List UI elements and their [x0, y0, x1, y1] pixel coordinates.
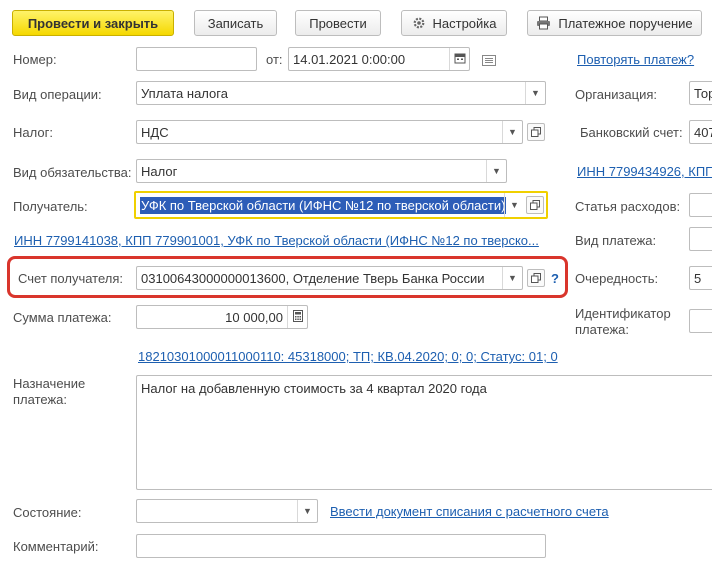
date-field[interactable]: 14.01.2021 0:00:00 — [288, 47, 470, 71]
operation-label: Вид операции: — [13, 87, 102, 102]
purpose-textarea[interactable]: Налог на добавленную стоимость за 4 квар… — [136, 375, 712, 490]
post-and-close-label: Провести и закрыть — [27, 15, 159, 31]
recipient-label: Получатель: — [13, 199, 88, 214]
chevron-down-icon[interactable]: ▼ — [297, 500, 317, 522]
settings-button[interactable]: Настройка — [401, 10, 507, 36]
date-value: 14.01.2021 0:00:00 — [293, 51, 406, 67]
organization-label: Организация: — [575, 87, 658, 102]
write-off-document-link[interactable]: Ввести документ списания с расчетного сч… — [330, 504, 609, 519]
printer-icon — [536, 16, 551, 30]
amount-value: 10 000,00 — [225, 309, 283, 325]
comment-label: Комментарий: — [13, 539, 99, 554]
tax-select[interactable]: НДС ▼ — [136, 120, 523, 144]
organization-field[interactable]: Тор — [689, 81, 712, 105]
purpose-label-line2: платежа: — [13, 392, 67, 407]
post-and-close-button[interactable]: Провести и закрыть — [12, 10, 174, 36]
expense-item-field[interactable] — [689, 193, 712, 217]
operation-value: Уплата налога — [141, 85, 228, 101]
bank-account-field[interactable]: 407 — [689, 120, 712, 144]
open-window-icon[interactable] — [527, 123, 545, 141]
post-button[interactable]: Провести — [295, 10, 381, 36]
recipient-account-label: Счет получателя: — [18, 271, 124, 286]
obligation-value: Налог — [141, 163, 178, 179]
note-icon[interactable] — [482, 54, 496, 69]
calendar-icon — [454, 52, 466, 66]
state-select[interactable]: ▼ — [136, 499, 318, 523]
comment-field[interactable] — [136, 534, 546, 558]
amount-label: Сумма платежа: — [13, 310, 112, 325]
tax-value: НДС — [141, 124, 169, 140]
chevron-down-icon[interactable]: ▼ — [525, 82, 545, 104]
chevron-down-icon[interactable]: ▼ — [486, 160, 506, 182]
recipient-value: УФК по Тверской области (ИФНС №12 по тве… — [140, 196, 507, 214]
calendar-button[interactable] — [449, 48, 469, 70]
open-window-icon[interactable] — [527, 269, 545, 287]
recipient-inn-link[interactable]: ИНН 7799141038, КПП 779901001, УФК по Тв… — [14, 233, 539, 248]
obligation-label: Вид обязательства: — [13, 165, 132, 180]
tax-label: Налог: — [13, 125, 53, 140]
payment-type-field[interactable] — [689, 227, 712, 251]
recipient-account-value: 03100643000000013600, Отделение Тверь Ба… — [141, 270, 485, 286]
chevron-down-icon[interactable]: ▼ — [502, 121, 522, 143]
priority-label: Очередность: — [575, 271, 659, 286]
organization-value: Тор — [694, 85, 712, 101]
chevron-down-icon[interactable]: ▼ — [504, 193, 524, 217]
chevron-down-icon[interactable]: ▼ — [502, 267, 522, 289]
recipient-account-select[interactable]: 03100643000000013600, Отделение Тверь Ба… — [136, 266, 523, 290]
amount-field[interactable]: 10 000,00 — [136, 305, 308, 329]
kbk-link[interactable]: 18210301000011000110: 45318000; ТП; КВ.0… — [138, 349, 558, 364]
identifier-field[interactable] — [689, 309, 712, 333]
recipient-select[interactable]: УФК по Тверской области (ИФНС №12 по тве… — [134, 191, 548, 219]
purpose-value: Налог на добавленную стоимость за 4 квар… — [141, 381, 487, 396]
bank-account-label: Банковский счет: — [580, 125, 683, 140]
payment-order-label: Платежное поручение — [558, 15, 693, 31]
calculator-button[interactable] — [287, 306, 307, 328]
purpose-label-line1: Назначение — [13, 376, 86, 391]
number-label: Номер: — [13, 52, 57, 67]
save-label: Записать — [207, 15, 264, 31]
post-label: Провести — [309, 15, 367, 31]
state-label: Состояние: — [13, 505, 82, 520]
expense-item-label: Статья расходов: — [575, 199, 681, 214]
operation-select[interactable]: Уплата налога ▼ — [136, 81, 546, 105]
date-from-label: от: — [266, 52, 283, 67]
save-button[interactable]: Записать — [194, 10, 277, 36]
calculator-icon — [292, 310, 303, 324]
identifier-label-line1: Идентификатор — [575, 306, 671, 321]
gear-icon — [412, 16, 426, 30]
priority-field[interactable]: 5 — [689, 266, 712, 290]
payment-order-button[interactable]: Платежное поручение — [527, 10, 702, 36]
number-field[interactable] — [136, 47, 257, 71]
bank-account-value: 407 — [694, 124, 712, 140]
open-window-icon[interactable] — [526, 196, 544, 214]
repeat-payment-link[interactable]: Повторять платеж? — [577, 52, 694, 67]
identifier-label-line2: платежа: — [575, 322, 629, 337]
obligation-select[interactable]: Налог ▼ — [136, 159, 507, 183]
help-icon[interactable]: ? — [551, 271, 559, 286]
settings-label: Настройка — [432, 15, 497, 31]
priority-value: 5 — [694, 270, 702, 286]
payment-type-label: Вид платежа: — [575, 233, 657, 248]
org-inn-link[interactable]: ИНН 7799434926, КПП — [577, 164, 712, 179]
